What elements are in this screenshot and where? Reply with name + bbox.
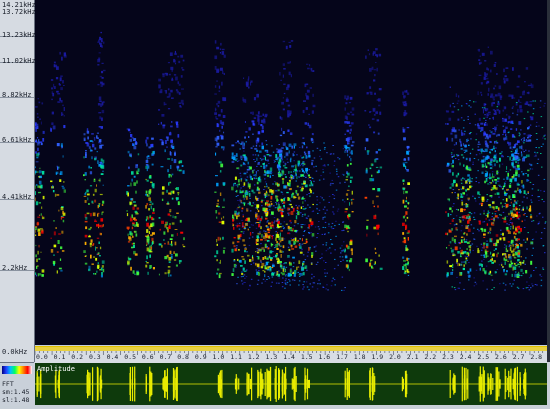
mode-label: FFT (2, 380, 14, 388)
spectral-burst (445, 87, 463, 278)
spectral-burst (402, 90, 410, 276)
time-label: 2.3 (442, 353, 454, 361)
spectral-burst (158, 73, 174, 276)
time-label: 0.8 (177, 353, 189, 361)
freq-label: 2.2kHz (2, 264, 27, 272)
spectral-burst (97, 32, 106, 278)
color-scale-bar (2, 366, 32, 374)
smoothing-label: sm:1.45 (2, 388, 29, 396)
spectral-burst (301, 64, 315, 276)
amplitude-waveform[interactable] (35, 363, 547, 405)
time-label: 1.3 (266, 353, 278, 361)
spectrogram-canvas[interactable] (35, 0, 547, 345)
amplitude-panel[interactable]: Amplitude (35, 363, 547, 405)
spectral-burst (167, 51, 185, 277)
display-settings-panel: FFT sm:1.45 sl:1.48 (0, 362, 34, 406)
time-label: 1.7 (336, 353, 348, 361)
time-label: 2.7 (513, 353, 525, 361)
time-label: 0.7 (160, 353, 172, 361)
time-label: 0.3 (89, 353, 101, 361)
freq-label: 0.0kHz (2, 348, 27, 356)
spectral-burst (35, 98, 45, 277)
time-label: 2.4 (460, 353, 472, 361)
spectral-burst (145, 137, 155, 275)
spectral-burst (214, 40, 226, 278)
time-label: 2.5 (477, 353, 489, 361)
freq-label: 13.23kHz (2, 31, 36, 39)
spectrogram-window: 14.21kHz 13.72kHz 13.23kHz 11.02kHz 8.82… (0, 0, 550, 405)
time-label: 0.6 (142, 353, 154, 361)
time-label: 0.4 (107, 353, 119, 361)
time-label: 1.8 (354, 353, 366, 361)
time-axis[interactable]: 0.0 0.1 0.2 0.3 0.4 0.5 0.6 0.7 0.8 0.9 1.0 1.1 1.2 1… (35, 346, 547, 363)
time-label: 1.1 (230, 353, 242, 361)
spectral-burst (83, 128, 99, 274)
time-label: 1.9 (371, 353, 383, 361)
slope-label: sl:1.48 (2, 396, 29, 404)
spectral-burst (364, 48, 382, 270)
time-label: 2.1 (407, 353, 419, 361)
time-label: 1.0 (213, 353, 225, 361)
time-label: 0.0 (36, 353, 48, 361)
spectral-burst (126, 128, 139, 275)
frequency-axis: 14.21kHz 13.72kHz 13.23kHz 11.02kHz 8.82… (0, 0, 35, 362)
freq-label: 11.02kHz (2, 57, 36, 65)
time-label: 1.6 (318, 353, 330, 361)
spectral-burst (344, 95, 354, 271)
time-label: 1.2 (248, 353, 260, 361)
time-label: 1.5 (301, 353, 313, 361)
amplitude-title: Amplitude (37, 365, 75, 373)
time-label: 1.4 (283, 353, 295, 361)
time-label: 0.2 (71, 353, 83, 361)
spectrogram-svg[interactable] (35, 0, 547, 345)
time-label: 0.5 (124, 353, 136, 361)
time-label: 0.9 (195, 353, 207, 361)
freq-label: 4.41kHz (2, 193, 32, 201)
freq-label: 8.82kHz (2, 91, 32, 99)
freq-label-top-2: 13.72kHz (2, 8, 36, 16)
spectral-burst (50, 52, 67, 274)
time-label: 2.6 (495, 353, 507, 361)
time-label: 2.0 (389, 353, 401, 361)
spectral-burst (490, 86, 509, 274)
freq-label: 6.61kHz (2, 136, 32, 144)
spectral-burst (515, 67, 533, 277)
time-label: 2.8 (530, 353, 542, 361)
time-label: 2.2 (424, 353, 436, 361)
time-label: 0.1 (54, 353, 66, 361)
